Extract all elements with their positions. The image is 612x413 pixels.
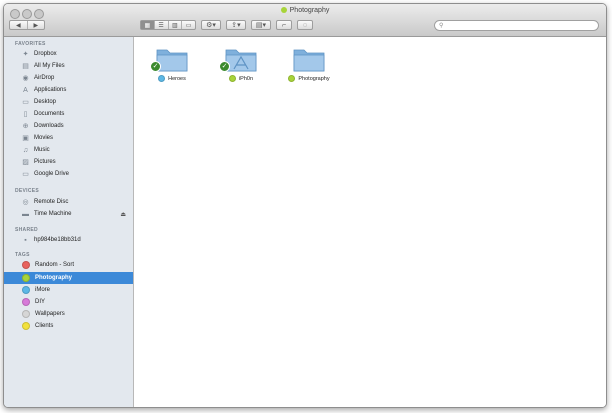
sidebar-tag-wallpapers[interactable]: Wallpapers <box>9 308 133 320</box>
search-field[interactable]: ⚲ <box>434 20 599 31</box>
sidebar-item-shared-computer[interactable]: ▪ hp984be18bb31d <box>9 234 133 246</box>
sidebar-tag-clients[interactable]: Clients <box>9 320 133 332</box>
tag-dot <box>22 261 30 269</box>
back-button[interactable]: ◀ <box>10 21 28 29</box>
sidebar-tag-imore[interactable]: iMore <box>9 284 133 296</box>
sidebar-tag-photography[interactable]: Photography <box>4 272 133 284</box>
disc-icon: ◎ <box>22 198 29 206</box>
favorites-header: FAVORITES <box>15 41 46 47</box>
tag-dot <box>158 75 166 82</box>
documents-icon: ▯ <box>23 110 28 118</box>
column-view-button[interactable]: ▥ <box>169 21 183 29</box>
devices-header: DEVICES <box>15 188 40 194</box>
coverflow-view-button[interactable]: ▭ <box>182 21 195 29</box>
quick-look-button[interactable]: ◌ <box>297 20 313 30</box>
folder-item-photography[interactable]: Photography <box>279 45 339 82</box>
folder-icon <box>293 49 325 72</box>
tag-dot <box>22 274 30 282</box>
forward-button[interactable]: ▶ <box>28 21 45 29</box>
eye-icon: ◌ <box>302 21 308 29</box>
sidebar-item-downloads[interactable]: ⊕ Downloads <box>9 120 133 132</box>
network-icon: ▪ <box>24 236 27 244</box>
sidebar-tag-diy[interactable]: DIY <box>9 296 133 308</box>
tag-dot <box>22 310 30 318</box>
sync-check-icon: ✓ <box>219 61 230 72</box>
file-browser-content: ✓ Heroes ✓ iPh0n Photography <box>134 37 606 407</box>
shared-header: SHARED <box>15 227 38 233</box>
eject-icon[interactable]: ⏏ <box>120 211 126 218</box>
tags-header: TAGS <box>15 252 30 258</box>
dropbox-icon: ✦ <box>22 50 29 58</box>
tag-dot <box>228 75 236 82</box>
folder-item-heroes[interactable]: ✓ Heroes <box>142 45 202 82</box>
edit-tags-button[interactable]: ⌐ <box>276 20 292 30</box>
list-view-button[interactable]: ☰ <box>155 21 169 29</box>
sidebar-item-desktop[interactable]: ▭ Desktop <box>9 96 133 108</box>
sidebar-item-dropbox[interactable]: ✦ Dropbox <box>9 48 133 60</box>
airdrop-icon: ◉ <box>22 74 29 82</box>
sidebar-tag-random-sort[interactable]: Random - Sort <box>9 259 133 271</box>
sidebar-item-airdrop[interactable]: ◉ AirDrop <box>9 72 133 84</box>
finder-window: Photography ◀ ▶ ▦ ☰ ▥ ▭ ⚙▾ ⇪▾ ▤▾ ⌐ ◌ ⚲ F… <box>3 3 607 408</box>
sidebar-item-pictures[interactable]: ▨ Pictures <box>9 156 133 168</box>
gear-icon: ⚙▾ <box>206 22 216 29</box>
sidebar-item-applications[interactable]: A Applications <box>9 84 133 96</box>
folder-label: iPh0n <box>238 75 254 82</box>
sidebar-item-music[interactable]: ♫ Music <box>9 144 133 156</box>
window-title-text: Photography <box>289 7 330 14</box>
sidebar: FAVORITES ✦ Dropbox ▤ All My Files ◉ AirDro… <box>4 37 134 407</box>
all-files-icon: ▤ <box>22 62 29 70</box>
title-bar: Photography ◀ ▶ ▦ ☰ ▥ ▭ ⚙▾ ⇪▾ ▤▾ ⌐ ◌ ⚲ <box>4 4 606 37</box>
movies-icon: ▣ <box>22 134 29 142</box>
pictures-icon: ▨ <box>22 158 29 166</box>
tag-dot <box>288 75 296 82</box>
view-mode-control: ▦ ☰ ▥ ▭ <box>140 20 196 30</box>
sidebar-item-remote-disc[interactable]: ◎ Remote Disc <box>9 196 133 208</box>
arrange-icon: ▤▾ <box>255 22 267 29</box>
sidebar-item-google-drive[interactable]: ▭ Google Drive <box>9 168 133 180</box>
sidebar-item-all-my-files[interactable]: ▤ All My Files <box>9 60 133 72</box>
downloads-icon: ⊕ <box>22 122 29 130</box>
share-button[interactable]: ⇪▾ <box>226 20 246 30</box>
tag-dot <box>22 286 30 294</box>
folder-item-iph0n[interactable]: ✓ iPh0n <box>211 45 271 82</box>
desktop-icon: ▭ <box>22 98 29 106</box>
arrange-button[interactable]: ▤▾ <box>251 20 271 30</box>
window-title: Photography <box>4 7 606 14</box>
navigation-buttons: ◀ ▶ <box>9 20 45 30</box>
music-icon: ♫ <box>22 146 29 154</box>
folder-label: Photography <box>298 75 330 82</box>
drive-icon: ▬ <box>22 210 29 218</box>
sidebar-item-time-machine[interactable]: ▬ Time Machine ⏏ <box>9 208 133 220</box>
tag-dot <box>22 298 30 306</box>
sidebar-item-documents[interactable]: ▯ Documents <box>9 108 133 120</box>
folder-icon: ▭ <box>22 170 29 178</box>
share-icon: ⇪▾ <box>231 22 241 29</box>
sync-check-icon: ✓ <box>150 61 161 72</box>
search-icon: ⚲ <box>439 23 444 29</box>
title-tag-dot <box>280 7 287 14</box>
search-input[interactable] <box>446 21 591 30</box>
folder-label: Heroes <box>168 75 186 82</box>
action-button[interactable]: ⚙▾ <box>201 20 221 30</box>
tag-dot <box>22 322 30 330</box>
icon-view-button[interactable]: ▦ <box>141 21 155 29</box>
applications-icon: A <box>23 86 28 94</box>
tag-icon: ⌐ <box>281 21 287 29</box>
sidebar-item-movies[interactable]: ▣ Movies <box>9 132 133 144</box>
